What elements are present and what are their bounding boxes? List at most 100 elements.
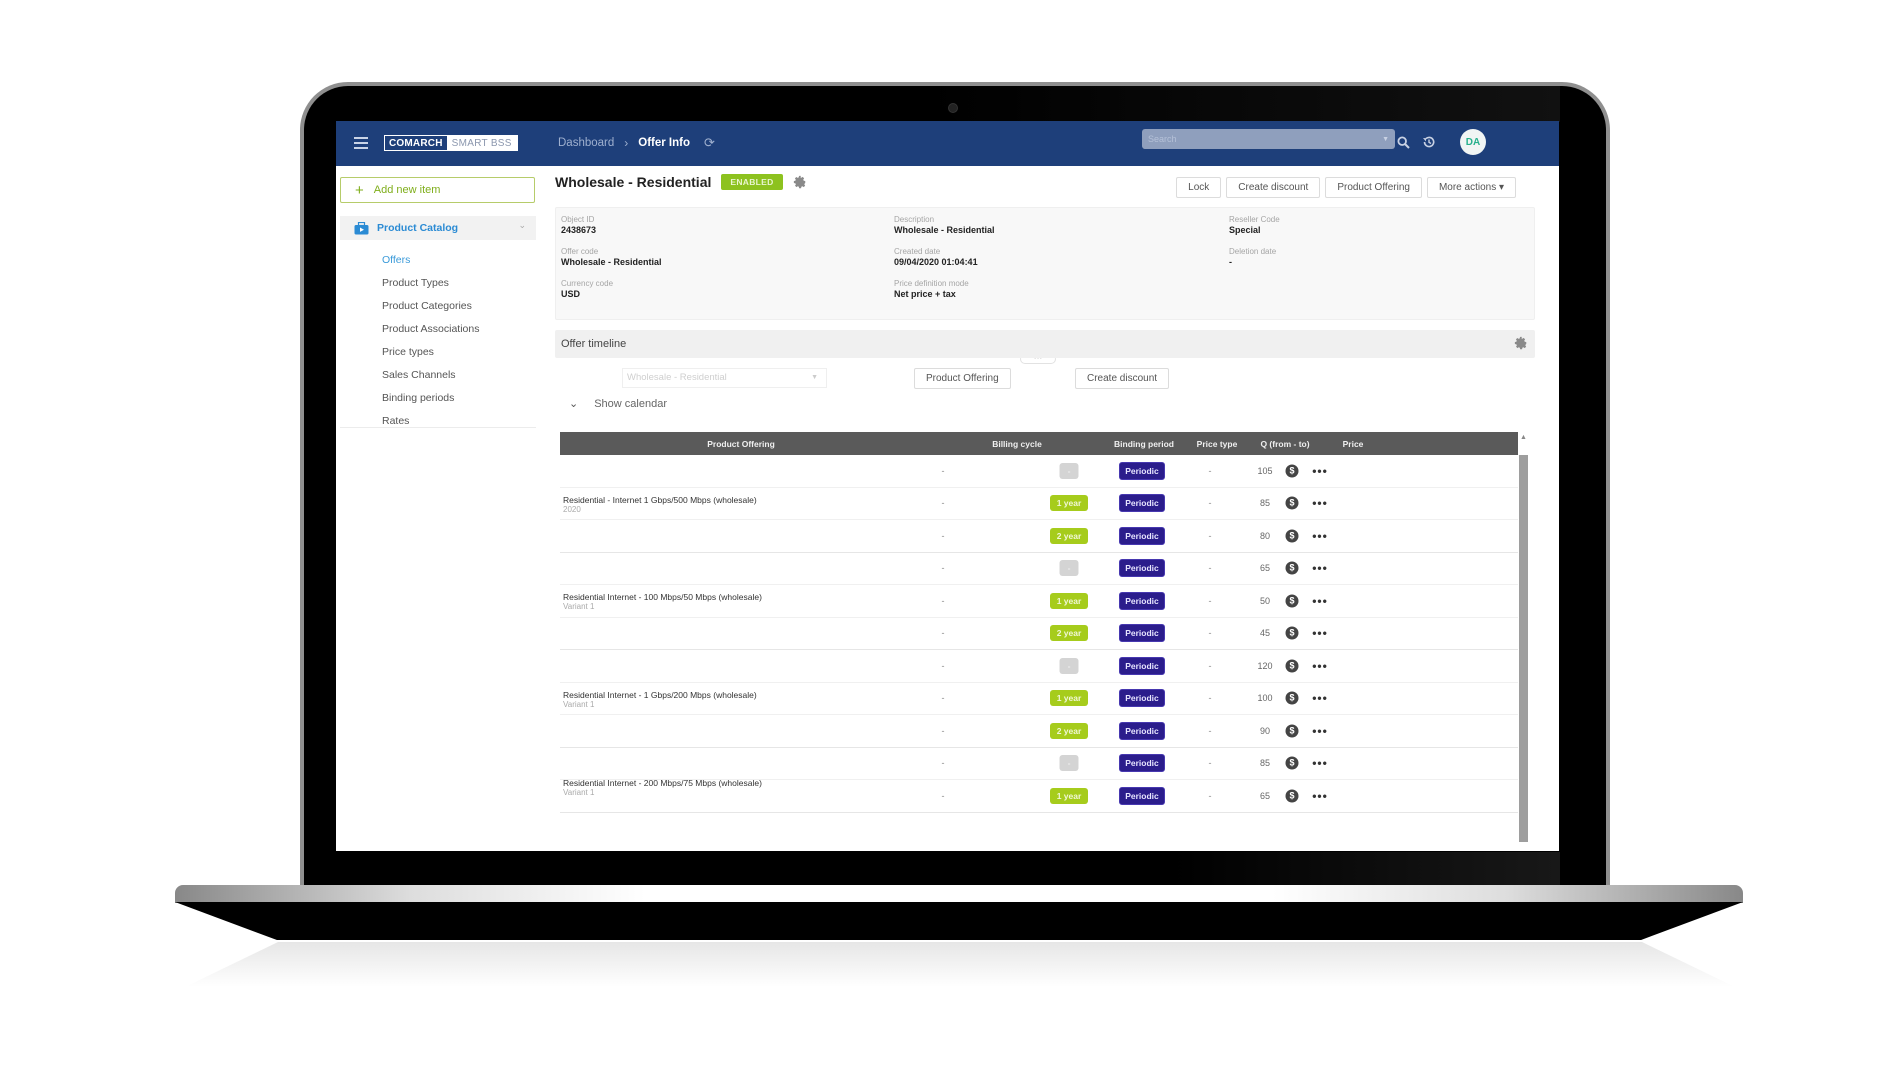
lock-button[interactable]: Lock [1176,177,1222,198]
more-options-icon[interactable]: ••• [1312,561,1328,575]
price-cell: 105 [1257,465,1273,476]
timeline-product-offering-button[interactable]: Product Offering [914,368,1011,389]
more-options-icon[interactable]: ••• [1312,529,1328,543]
sidebar-item-offers[interactable]: Offers [382,249,479,272]
offering-group: - - Periodic - 105 $ ••• - 1 year Periodic - 85 $ •••… [560,455,1523,553]
scrollbar-thumb[interactable] [1519,455,1528,843]
dollar-icon[interactable]: $ [1285,464,1299,478]
quantity-cell: - [1208,595,1212,606]
price-type-badge: Periodic [1119,624,1165,643]
offering-variant: Variant 1 [563,699,595,709]
dollar-icon[interactable]: $ [1285,756,1299,770]
sidebar-item-sales-channels[interactable]: Sales Channels [382,364,479,387]
app-logo[interactable]: COMARCH SMART BSS [384,135,518,151]
price-cell: 85 [1259,758,1271,769]
field-value: - [1229,257,1232,267]
timeline-create-discount-button[interactable]: Create discount [1075,368,1170,389]
more-options-icon[interactable]: ••• [1312,496,1328,510]
sidebar-item-product-categories[interactable]: Product Categories [382,295,479,318]
product-offering-button[interactable]: Product Offering [1325,177,1422,198]
search-box[interactable]: ▼ [1142,129,1395,149]
menu-icon[interactable] [354,137,368,149]
more-options-icon[interactable]: ••• [1312,724,1328,738]
offering-title: Residential Internet - 1 Gbps/200 Mbps (… [563,689,757,700]
dollar-icon[interactable]: $ [1285,659,1299,673]
price-type-badge: Periodic [1119,591,1165,610]
dollar-icon[interactable]: $ [1285,724,1299,738]
table-row[interactable]: - 2 year Periodic - 45 $ ••• [560,618,1523,650]
billing-cycle-cell: - [941,563,945,574]
product-offering-name[interactable]: Residential - Internet 1 Gbps/500 Mbps (… [563,495,757,514]
breadcrumb-separator-icon: › [624,136,629,150]
dollar-icon[interactable]: $ [1285,529,1299,543]
dollar-icon[interactable]: $ [1285,691,1299,705]
sidebar-item-binding-periods[interactable]: Binding periods [382,387,479,410]
sidebar-item-product-types[interactable]: Product Types [382,272,479,295]
sidebar-section-product-catalog[interactable]: Product Catalog ⌄ [340,216,536,240]
product-offering-name[interactable]: Residential Internet - 1 Gbps/200 Mbps (… [563,690,757,709]
scroll-up-icon[interactable]: ▲ [1520,434,1527,441]
timeline-settings-icon[interactable] [1514,336,1528,350]
sidebar-item-product-associations[interactable]: Product Associations [382,318,479,341]
sidebar-item-rates[interactable]: Rates [382,410,479,433]
more-options-icon[interactable]: ••• [1312,594,1328,608]
more-options-icon[interactable]: ••• [1312,464,1328,478]
product-offering-name[interactable]: Residential Internet - 200 Mbps/75 Mbps … [563,778,762,797]
table-row[interactable]: - - Periodic - 65 $ ••• [560,553,1523,585]
show-calendar-toggle[interactable]: ⌄ Show calendar [569,397,667,411]
more-options-icon[interactable]: ••• [1312,789,1328,803]
sidebar-item-price-types[interactable]: Price types [382,341,479,364]
chevron-down-icon[interactable]: ⌄ [518,220,526,231]
field-object-id: Object ID 2438673 [561,215,596,235]
table-row[interactable]: - 2 year Periodic - 80 $ ••• [560,520,1523,553]
refresh-icon[interactable]: ⟳ [704,135,715,151]
column-product-offering[interactable]: Product Offering [707,439,775,449]
quantity-cell: - [1208,530,1212,541]
more-options-icon[interactable]: ••• [1312,659,1328,673]
price-cell: 120 [1257,660,1273,671]
history-icon[interactable] [1420,133,1438,151]
column-binding-period[interactable]: Binding period [1114,439,1174,449]
field-value: Wholesale - Residential [894,225,995,235]
quantity-cell: - [1208,725,1212,736]
dollar-icon[interactable]: $ [1285,789,1299,803]
table-row[interactable]: - - Periodic - 85 $ ••• [560,748,1523,780]
offering-title: Residential Internet - 100 Mbps/50 Mbps … [563,592,762,603]
product-offering-name[interactable]: Residential Internet - 100 Mbps/50 Mbps … [563,592,762,611]
table-row[interactable]: - - Periodic - 120 $ ••• [560,650,1523,683]
more-options-icon[interactable]: ••• [1312,691,1328,705]
binding-period-badge: 1 year [1050,787,1088,804]
column-quantity[interactable]: Q (from - to) [1260,439,1309,449]
column-price[interactable]: Price [1343,439,1364,449]
table-row[interactable]: - - Periodic - 105 $ ••• [560,455,1523,488]
gear-icon[interactable] [793,175,807,189]
more-options-icon[interactable]: ••• [1312,626,1328,640]
table-scrollbar[interactable]: ▲ [1518,432,1529,843]
dollar-icon[interactable]: $ [1285,561,1299,575]
offering-variant: Variant 1 [563,787,595,797]
dollar-icon[interactable]: $ [1285,594,1299,608]
offering-variant: Variant 1 [563,602,595,612]
create-discount-button[interactable]: Create discount [1226,177,1321,198]
search-icon[interactable] [1394,133,1412,151]
field-value: 09/04/2020 01:04:41 [894,257,978,267]
billing-cycle-cell: - [941,465,945,476]
column-billing-cycle[interactable]: Billing cycle [992,439,1042,449]
add-new-item-button[interactable]: + Add new item [340,177,535,203]
search-input[interactable] [1148,134,1383,144]
table-row[interactable]: - 2 year Periodic - 90 $ ••• [560,715,1523,748]
dollar-icon[interactable]: $ [1285,496,1299,510]
column-price-type[interactable]: Price type [1197,439,1238,449]
binding-period-badge: 1 year [1050,592,1088,609]
binding-period-badge: 2 year [1050,625,1088,642]
billing-cycle-cell: - [941,758,945,769]
dollar-icon[interactable]: $ [1285,626,1299,640]
more-options-icon[interactable]: ••• [1312,756,1328,770]
offer-version-select[interactable]: Wholesale - Residential ▼ [622,368,827,388]
user-avatar[interactable]: DA [1460,129,1486,155]
price-type-badge: Periodic [1119,754,1165,773]
more-actions-button[interactable]: More actions ▾ [1426,177,1516,198]
search-dropdown-icon[interactable]: ▼ [1382,136,1389,143]
field-price-definition-mode: Price definition mode Net price + tax [894,279,969,299]
breadcrumb-dashboard[interactable]: Dashboard [558,137,614,149]
